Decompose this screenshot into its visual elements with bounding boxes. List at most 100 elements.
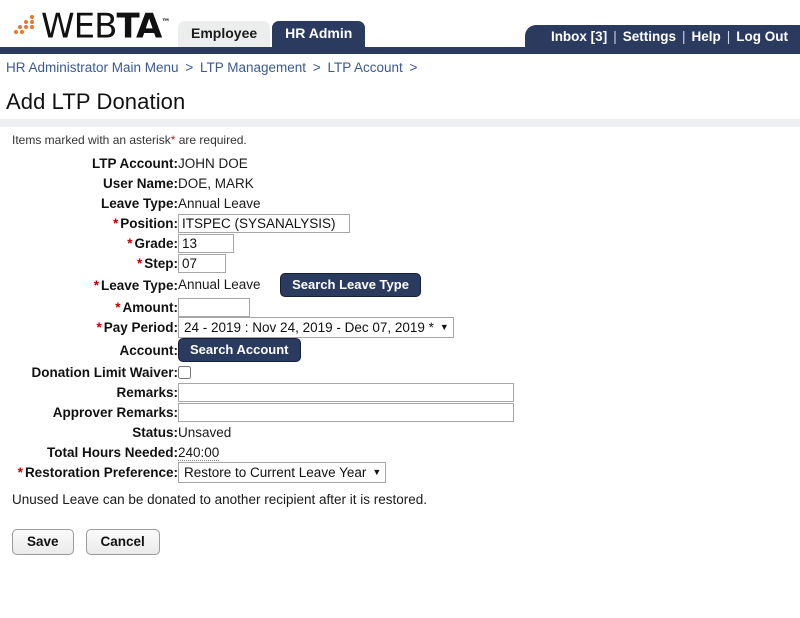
help-link[interactable]: Help [691, 29, 720, 44]
logout-link[interactable]: Log Out [736, 29, 788, 44]
form-action-buttons: Save Cancel [0, 507, 800, 555]
nav-separator: | [681, 28, 686, 44]
settings-link[interactable]: Settings [623, 29, 676, 44]
tab-employee[interactable]: Employee [178, 21, 271, 47]
form-row-leave-type-display: Leave Type: Annual Leave [0, 193, 514, 213]
amount-label: * Amount: [0, 297, 178, 317]
nav-separator: | [613, 28, 617, 44]
logo-wordmark: WEBTA™ [41, 6, 170, 43]
required-asterisk-icon: * [115, 299, 121, 315]
approver-remarks-label: Approver Remarks: [52, 404, 178, 420]
logo-web-text: WEB [41, 6, 117, 47]
breadcrumb-item-ltp-management[interactable]: LTP Management [200, 60, 306, 75]
form-row-amount: * Amount: [0, 297, 514, 317]
approver-remarks-input[interactable] [178, 402, 514, 422]
amount-input[interactable] [178, 297, 250, 317]
restoration-preference-label-text: Restoration Preference: [24, 465, 178, 480]
inbox-link[interactable]: Inbox [3] [551, 29, 607, 44]
step-input[interactable] [178, 253, 226, 273]
form-row-remarks: Remarks: [0, 382, 514, 402]
breadcrumb-separator-trailing: > [409, 60, 418, 75]
leave-type-display-label: Leave Type: [100, 195, 178, 211]
form-row-position: * Position: [0, 213, 514, 233]
position-input[interactable] [178, 213, 350, 233]
restoration-preference-label: * Restoration Preference: [0, 462, 178, 483]
ltp-account-label: LTP Account: [92, 155, 178, 171]
restoration-preference-selected-value: Restore to Current Leave Year [184, 465, 367, 480]
position-label-text: Position: [120, 215, 178, 231]
form-row-ltp-account: LTP Account: JOHN DOE [0, 153, 514, 173]
user-name-value: DOE, MARK [178, 175, 254, 191]
breadcrumb-separator: > [312, 60, 321, 75]
form-row-leave-type: * Leave Type: Annual Leave Search Leave T… [0, 273, 514, 297]
required-asterisk-icon: * [127, 235, 133, 251]
amount-label-text: Amount: [122, 299, 178, 315]
form-row-donation-limit-waiver: Donation Limit Waiver: [0, 362, 514, 382]
main-tabs: Employee HR Admin [178, 21, 366, 47]
logo-trademark-icon: ™ [161, 18, 171, 28]
page-header: WEBTA™ Employee HR Admin Inbox [3] | Set… [0, 0, 800, 47]
required-asterisk-icon: * [17, 465, 23, 480]
form-row-account: Account: Search Account [0, 338, 514, 362]
position-label: * Position: [0, 213, 178, 233]
required-asterisk-icon: * [136, 255, 143, 271]
page-title: Add LTP Donation [6, 89, 186, 114]
leave-type-label: * Leave Type: [0, 273, 178, 297]
required-note-suffix: are required. [175, 133, 247, 147]
form-row-grade: * Grade: [0, 233, 514, 253]
donation-limit-waiver-label: Donation Limit Waiver: [31, 364, 178, 380]
search-account-button[interactable]: Search Account [178, 338, 301, 362]
form-row-user-name: User Name: DOE, MARK [0, 173, 514, 193]
form-row-pay-period: * Pay Period: 24 - 2019 : Nov 24, 2019 - … [0, 317, 514, 338]
grade-input[interactable] [178, 233, 234, 253]
total-hours-needed-value: 240:00 [178, 444, 220, 461]
breadcrumb-separator: > [185, 60, 194, 75]
chevron-down-icon: ▼ [372, 467, 382, 477]
save-button[interactable]: Save [12, 529, 74, 555]
form-row-step: * Step: [0, 253, 514, 273]
pay-period-label-text: Pay Period: [103, 320, 178, 335]
pay-period-select[interactable]: 24 - 2019 : Nov 24, 2019 - Dec 07, 2019 … [178, 317, 454, 338]
restoration-preference-select[interactable]: Restore to Current Leave Year ▼ [178, 462, 387, 483]
leave-type-label-text: Leave Type: [100, 277, 178, 293]
restoration-footer-note: Unused Leave can be donated to another r… [12, 492, 428, 507]
status-label: Status: [132, 424, 178, 440]
form-row-status: Status: Unsaved [0, 422, 514, 442]
required-fields-note: Items marked with an asterisk* are requi… [0, 127, 800, 152]
nav-separator: | [726, 28, 731, 44]
required-asterisk-icon: * [93, 277, 99, 293]
donation-limit-waiver-checkbox[interactable] [178, 366, 191, 380]
pay-period-selected-value: 24 - 2019 : Nov 24, 2019 - Dec 07, 2019 … [184, 320, 434, 335]
title-divider [0, 119, 800, 127]
remarks-input[interactable] [178, 382, 514, 402]
form-row-total-hours-needed: Total Hours Needed: 240:00 [0, 442, 514, 462]
logo-dots-icon [14, 15, 40, 39]
step-label: * Step: [0, 253, 178, 273]
leave-type-value: Annual Leave [178, 277, 261, 292]
required-asterisk-icon: * [96, 320, 102, 335]
tab-hr-admin[interactable]: HR Admin [272, 21, 366, 47]
breadcrumb-item-ltp-account[interactable]: LTP Account [327, 60, 402, 75]
form-row-restoration-preference: * Restoration Preference: Restore to Curr… [0, 462, 514, 483]
top-navigation: Inbox [3] | Settings | Help | Log Out [524, 25, 800, 47]
webta-logo: WEBTA™ [14, 6, 170, 43]
step-label-text: Step: [144, 255, 178, 271]
chevron-down-icon: ▼ [439, 322, 449, 332]
cancel-button[interactable]: Cancel [85, 529, 160, 555]
form-row-approver-remarks: Approver Remarks: [0, 402, 514, 422]
required-asterisk-icon: * [112, 215, 119, 231]
status-value: Unsaved [178, 424, 232, 440]
breadcrumb-item-hr-administrator-main-menu[interactable]: HR Administrator Main Menu [6, 60, 179, 75]
breadcrumb: HR Administrator Main Menu > LTP Managem… [0, 54, 800, 80]
total-hours-needed-label: Total Hours Needed: [46, 444, 178, 460]
header-nav-band [0, 47, 800, 54]
search-leave-type-button[interactable]: Search Leave Type [280, 273, 421, 297]
leave-type-display-value: Annual Leave [178, 195, 261, 211]
account-label: Account: [119, 342, 179, 358]
remarks-label: Remarks: [116, 384, 178, 400]
user-name-label: User Name: [102, 175, 178, 191]
ltp-donation-form: LTP Account: JOHN DOE User Name: DOE, MA… [0, 153, 514, 483]
logo-ta-text: TA [116, 6, 162, 47]
required-note-text: Items marked with an asterisk [12, 133, 171, 147]
grade-label: * Grade: [0, 233, 178, 253]
